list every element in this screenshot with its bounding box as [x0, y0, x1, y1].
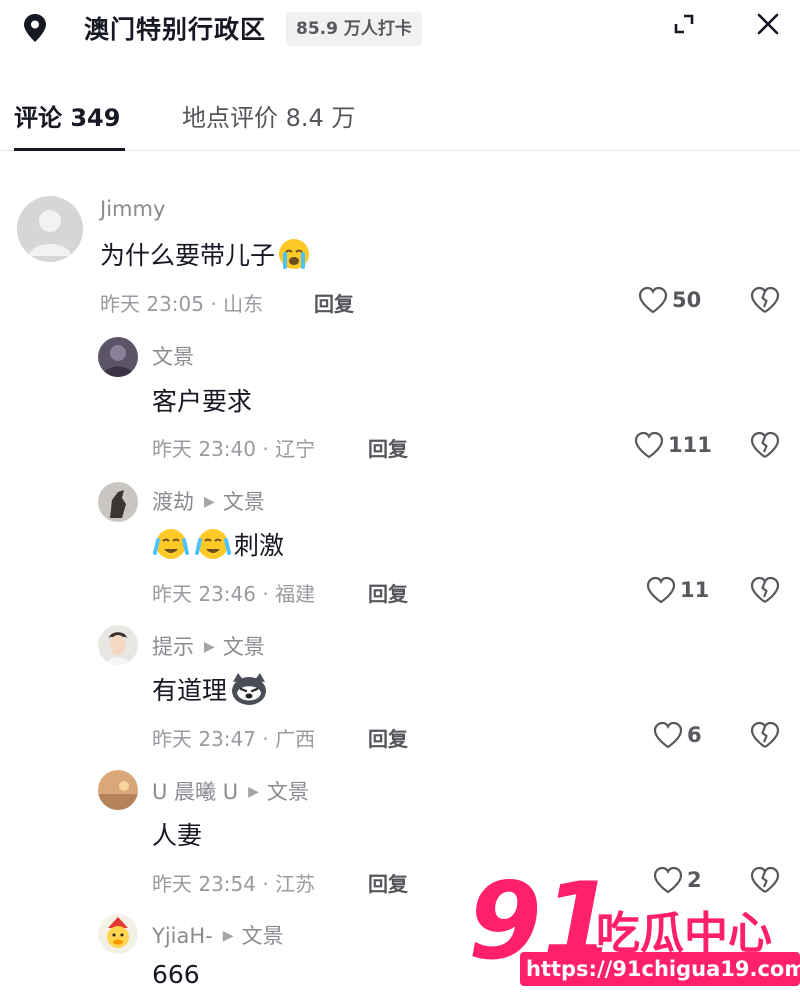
tab-place-reviews[interactable]: 地点评价 8.4 万 — [182, 98, 355, 133]
comment-body: 客户要求 — [152, 387, 253, 416]
dislike-button[interactable] — [750, 576, 780, 608]
crying-face-emoji — [153, 529, 189, 559]
heart-icon — [653, 721, 683, 749]
like-count: 11 — [680, 578, 710, 602]
site-watermark: 91 吃瓜中心 https://91chigua19.com — [466, 858, 800, 993]
comment-body: 666 — [152, 960, 200, 989]
comment-username[interactable]: 渡劫 ▶ 文景 — [152, 486, 265, 516]
reply-arrow-icon: ▶ — [222, 928, 234, 944]
active-tab-indicator — [14, 148, 125, 151]
reply-to-username[interactable]: 文景 — [223, 635, 265, 659]
comment-username[interactable]: Jimmy — [100, 197, 165, 221]
like-button[interactable]: 11 — [646, 576, 709, 604]
close-button[interactable] — [746, 4, 790, 44]
crying-face-emoji — [279, 239, 310, 269]
avatar[interactable] — [98, 770, 138, 810]
username-text[interactable]: 文景 — [152, 345, 194, 369]
reply-button[interactable]: 回复 — [314, 288, 354, 317]
username-text[interactable]: U 晨曦 U — [152, 780, 238, 804]
username-text[interactable]: YjiaH- — [152, 924, 213, 948]
broken-heart-icon — [750, 431, 780, 458]
comment-text: 为什么要带儿子 — [100, 236, 311, 272]
username-text[interactable]: 渡劫 — [152, 490, 194, 514]
comment-time-location: 昨天 23:47 · 广西 — [152, 727, 316, 751]
heart-icon — [638, 286, 668, 314]
expand-button[interactable] — [662, 4, 706, 44]
reply-item: 提示 ▶ 文景 有道理 昨天 23:47 · 广西 回复 6 — [0, 625, 800, 760]
broken-heart-icon — [750, 286, 780, 313]
reply-arrow-icon: ▶ — [204, 639, 215, 655]
comment-item: Jimmy 为什么要带儿子 昨天 23:05 · 山东 回复 50 — [0, 190, 800, 325]
close-icon — [757, 13, 779, 35]
comment-time-location: 昨天 23:40 · 辽宁 — [152, 437, 316, 461]
husky-dog-emoji — [232, 673, 267, 705]
location-pin-icon — [24, 14, 46, 42]
avatar[interactable] — [17, 196, 83, 262]
reply-item: 文景 客户要求 昨天 23:40 · 辽宁 回复 111 — [0, 335, 800, 470]
comment-body: 人妻 — [152, 821, 203, 850]
comment-username[interactable]: 文景 — [152, 341, 194, 371]
heart-icon — [646, 576, 676, 604]
tab-comments[interactable]: 评论 349 — [14, 98, 120, 133]
reply-to-username[interactable]: 文景 — [267, 780, 309, 804]
heart-icon — [634, 431, 664, 459]
reply-arrow-icon: ▶ — [248, 784, 259, 800]
dislike-button[interactable] — [750, 721, 780, 753]
like-button[interactable]: 6 — [653, 721, 702, 749]
username-text[interactable]: 提示 — [152, 635, 194, 659]
like-count: 6 — [687, 723, 702, 747]
comment-username[interactable]: U 晨曦 U ▶ 文景 — [152, 776, 309, 806]
comment-body: 为什么要带儿子 — [100, 241, 276, 270]
dislike-button[interactable] — [750, 286, 780, 318]
broken-heart-icon — [750, 721, 780, 748]
location-header: 澳门特别行政区 85.9 万人打卡 — [0, 0, 800, 52]
dislike-button[interactable] — [750, 431, 780, 463]
like-count: 111 — [668, 433, 712, 457]
comment-text: 有道理 — [152, 671, 269, 707]
crying-face-emoji — [195, 529, 231, 559]
reply-button[interactable]: 回复 — [368, 433, 408, 462]
reply-item: 渡劫 ▶ 文景 刺激 昨天 23:46 · 福建 回复 11 — [0, 480, 800, 615]
reply-to-username[interactable]: 文景 — [242, 924, 284, 948]
like-button[interactable]: 111 — [634, 431, 712, 459]
avatar[interactable] — [98, 337, 138, 377]
avatar[interactable] — [98, 914, 138, 954]
comment-tabs: 评论 349 地点评价 8.4 万 — [0, 88, 800, 151]
comment-username[interactable]: 提示 ▶ 文景 — [152, 631, 265, 661]
like-count: 50 — [672, 288, 702, 312]
reply-button[interactable]: 回复 — [368, 868, 408, 897]
comment-time-location: 昨天 23:54 · 江苏 — [152, 872, 316, 896]
checkin-count-badge: 85.9 万人打卡 — [286, 12, 422, 46]
reply-to-username[interactable]: 文景 — [223, 490, 265, 514]
reply-button[interactable]: 回复 — [368, 578, 408, 607]
comment-text: 刺激 — [152, 526, 284, 562]
comment-body: 有道理 — [152, 676, 228, 705]
reply-arrow-icon: ▶ — [204, 494, 215, 510]
comment-body: 刺激 — [234, 531, 285, 560]
comment-text: 666 — [152, 960, 200, 989]
avatar[interactable] — [98, 625, 138, 665]
comment-text: 客户要求 — [152, 382, 252, 418]
place-title[interactable]: 澳门特别行政区 — [84, 10, 266, 46]
broken-heart-icon — [750, 576, 780, 603]
comment-username[interactable]: YjiaH- ▶ 文景 — [152, 920, 284, 950]
comment-text: 人妻 — [152, 816, 202, 852]
watermark-url[interactable]: https://91chigua19.com — [526, 954, 800, 984]
expand-icon — [674, 14, 694, 34]
watermark-name: 吃瓜中心 — [596, 908, 772, 959]
reply-button[interactable]: 回复 — [368, 723, 408, 752]
avatar[interactable] — [98, 482, 138, 522]
username-text[interactable]: Jimmy — [100, 197, 165, 221]
comment-time-location: 昨天 23:05 · 山东 — [100, 292, 264, 316]
comment-time-location: 昨天 23:46 · 福建 — [152, 582, 316, 606]
like-button[interactable]: 50 — [638, 286, 701, 314]
